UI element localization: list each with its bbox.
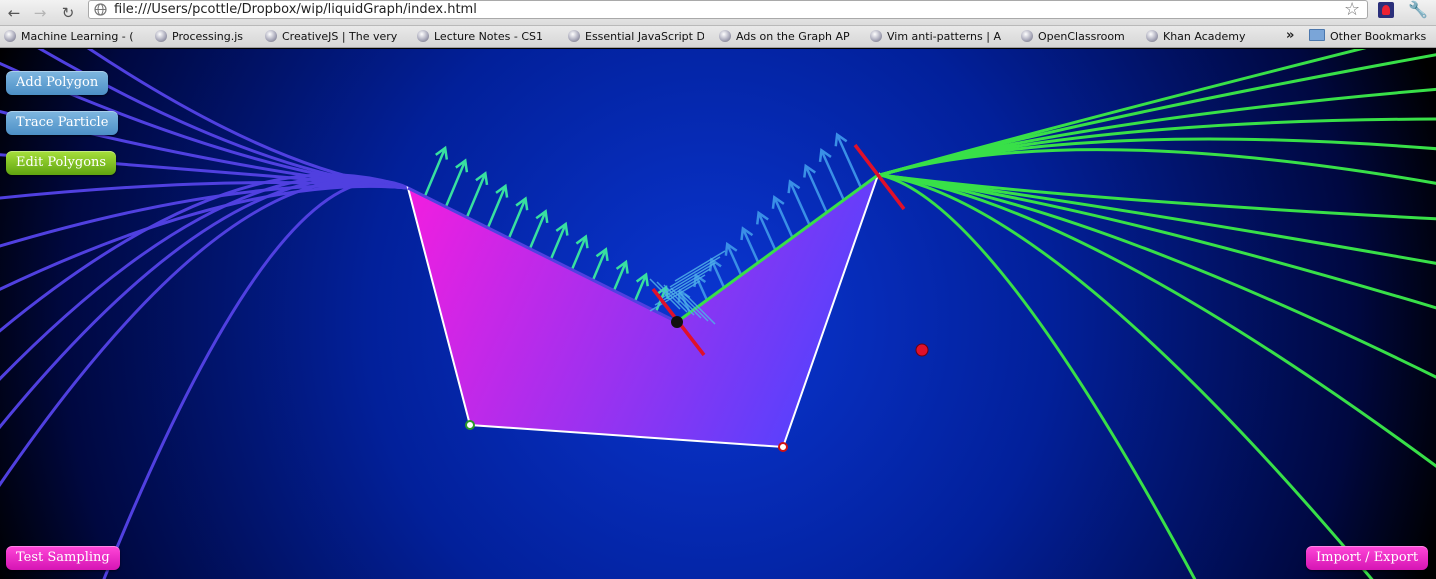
wrench-menu-icon[interactable]: 🔧 xyxy=(1408,0,1428,19)
extension-icon[interactable] xyxy=(1378,2,1394,18)
globe-icon xyxy=(870,30,882,42)
bookmarks-overflow-icon[interactable]: » xyxy=(1286,28,1294,43)
globe-icon xyxy=(155,30,167,42)
folder-icon xyxy=(1309,29,1325,41)
bookmark-item[interactable]: Ads on the Graph AP xyxy=(719,29,853,45)
page-globe-icon xyxy=(94,3,107,16)
bookmark-item[interactable]: Khan Academy xyxy=(1146,29,1266,45)
bookmark-item[interactable]: Lecture Notes - CS1 xyxy=(417,29,553,45)
globe-icon xyxy=(1021,30,1033,42)
back-arrow-icon[interactable]: ← xyxy=(4,3,24,23)
globe-icon xyxy=(1146,30,1158,42)
forward-arrow-icon[interactable]: → xyxy=(30,3,50,23)
bookmark-item[interactable]: OpenClassroom xyxy=(1021,29,1141,45)
globe-icon xyxy=(417,30,429,42)
edit-polygons-button[interactable]: Edit Polygons xyxy=(6,151,117,175)
trace-particle-button[interactable]: Trace Particle xyxy=(6,111,119,135)
particle-dot[interactable] xyxy=(915,343,929,357)
reload-icon[interactable]: ↻ xyxy=(58,3,78,23)
flow-visualization[interactable] xyxy=(0,49,1436,579)
globe-icon xyxy=(568,30,580,42)
import-export-button[interactable]: Import / Export xyxy=(1306,546,1429,570)
bookmark-item[interactable]: Vim anti-patterns | A xyxy=(870,29,1006,45)
bookmark-item[interactable]: Essential JavaScript D xyxy=(568,29,704,45)
liquid-graph-canvas[interactable]: Add Polygon Trace Particle Edit Polygons… xyxy=(0,49,1436,579)
url-input[interactable] xyxy=(114,1,1344,18)
vertex-dot[interactable] xyxy=(465,420,475,430)
globe-icon xyxy=(719,30,731,42)
bookmark-item[interactable]: Processing.js xyxy=(155,29,255,45)
globe-icon xyxy=(4,30,16,42)
bookmark-star-icon[interactable]: ☆ xyxy=(1344,0,1360,20)
other-bookmarks[interactable]: Other Bookmarks xyxy=(1309,29,1426,45)
globe-icon xyxy=(265,30,277,42)
address-bar[interactable] xyxy=(88,0,1368,19)
bookmarks-bar: Machine Learning - ( Processing.js Creat… xyxy=(0,26,1436,48)
add-polygon-button[interactable]: Add Polygon xyxy=(6,71,109,95)
test-sampling-button[interactable]: Test Sampling xyxy=(6,546,120,570)
vertex-dot[interactable] xyxy=(778,442,788,452)
bookmark-item[interactable]: CreativeJS | The very xyxy=(265,29,401,45)
bookmark-item[interactable]: Machine Learning - ( xyxy=(4,29,140,45)
vertex-dot[interactable] xyxy=(671,316,683,328)
browser-toolbar: ← → ↻ ☆ 🔧 xyxy=(0,0,1436,26)
